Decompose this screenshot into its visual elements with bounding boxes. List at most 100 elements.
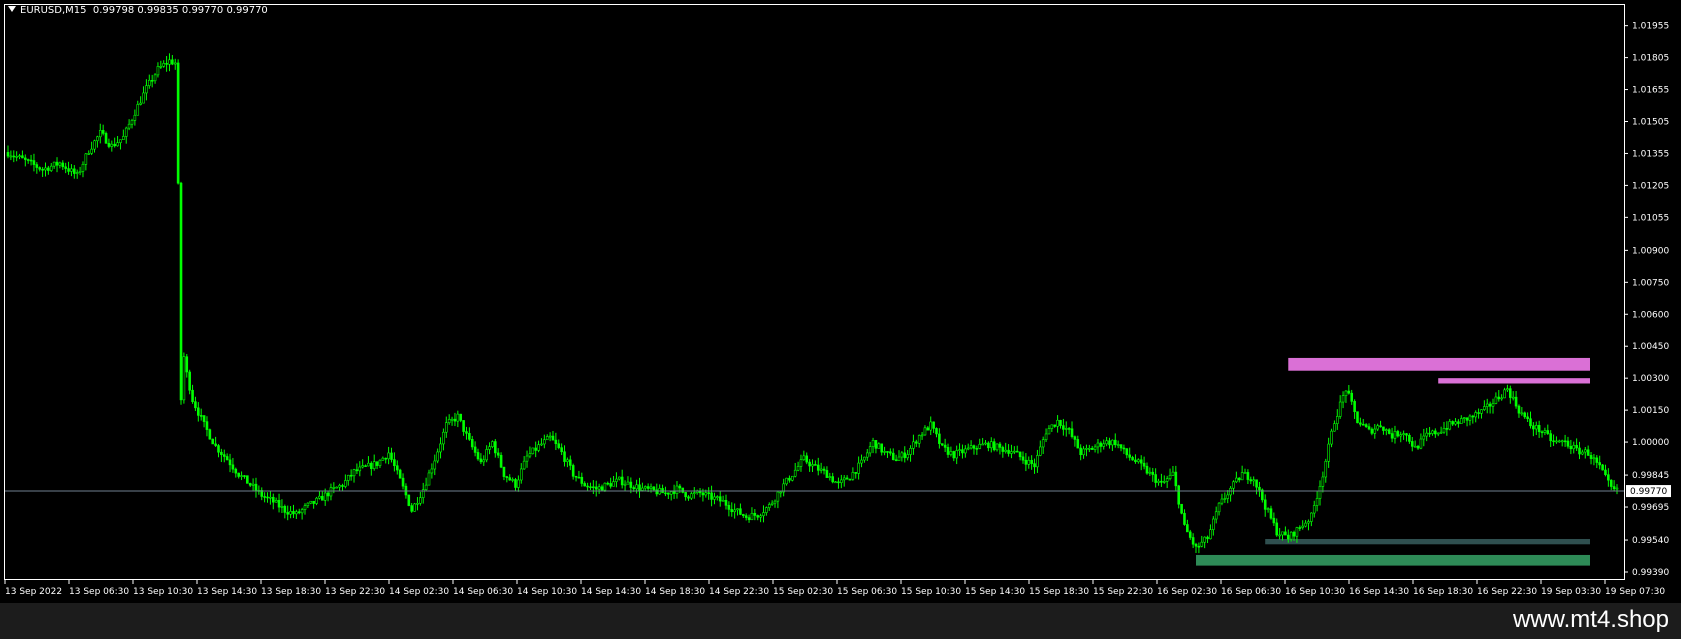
candle-body: [1341, 395, 1345, 403]
candle-body: [248, 483, 252, 486]
candle-body: [649, 486, 653, 489]
candle-body: [1145, 465, 1149, 474]
x-tick-label: 16 Sep 10:30: [1285, 587, 1345, 597]
candle-body: [1200, 541, 1204, 547]
candle-body: [1168, 474, 1172, 479]
candle-body: [280, 506, 284, 508]
candle-body: [632, 487, 636, 490]
candle-body: [202, 415, 206, 422]
candle-body: [424, 484, 428, 490]
candle-body: [623, 483, 627, 486]
candle-body: [1327, 443, 1330, 462]
candle-body: [805, 455, 809, 463]
candle-body: [410, 505, 413, 512]
candle-body: [577, 476, 581, 479]
candle-body: [370, 462, 373, 469]
candle-body: [1350, 392, 1354, 402]
candle-body: [594, 486, 598, 490]
candle-body: [860, 459, 863, 464]
candle-body: [1448, 421, 1452, 430]
candle-body: [865, 452, 869, 458]
candle-body: [837, 481, 840, 484]
candle-body: [197, 407, 200, 416]
candle-body: [929, 421, 933, 431]
candle-body: [1333, 423, 1336, 432]
candle-body: [1128, 454, 1131, 458]
candle-body: [1027, 459, 1031, 465]
candle-body: [1361, 423, 1365, 426]
candle-body: [1442, 428, 1446, 433]
candle-body: [1108, 440, 1111, 446]
candle-body: [453, 418, 457, 422]
candle-body: [1131, 457, 1134, 461]
candle-body: [494, 441, 497, 454]
candle-body: [871, 440, 875, 447]
current-price-label: 0.99770: [1630, 487, 1667, 497]
candle-body: [1419, 438, 1423, 449]
candle-body: [606, 482, 610, 485]
candle-body: [1212, 518, 1215, 530]
x-tick-label: 19 Sep 03:30: [1541, 587, 1601, 597]
candle-body: [355, 469, 359, 472]
candle-body: [1485, 403, 1489, 407]
candle-body: [727, 505, 731, 510]
candle-body: [1021, 456, 1025, 461]
candle-body: [303, 505, 307, 510]
candle-body: [791, 475, 794, 481]
candle-body: [364, 465, 367, 467]
candle-body: [678, 485, 682, 489]
candle-body: [499, 454, 503, 468]
candle-body: [1030, 459, 1033, 464]
candle-body: [156, 66, 160, 76]
candle-body: [1324, 460, 1328, 478]
candle-body: [1431, 430, 1434, 434]
candle-body: [1425, 432, 1428, 437]
zones-layer: [1196, 357, 1590, 566]
candle-body: [335, 486, 339, 489]
candle-body: [1044, 433, 1048, 440]
candle-body: [1298, 527, 1302, 529]
candle-body: [1307, 521, 1310, 524]
candle-body: [560, 447, 563, 453]
triangle-down-icon[interactable]: [8, 6, 16, 12]
candle-body: [413, 503, 416, 512]
candle-body: [851, 472, 855, 480]
time-axis: 13 Sep 2022 13 Sep 06:30 13 Sep 10:30 13 Se…: [4, 580, 1665, 597]
chart-window[interactable]: 1.01955 1.01805 1.01655 1.01505 1.01355 1.012…: [0, 0, 1681, 603]
candle-body: [1615, 487, 1619, 490]
candle-body: [1194, 543, 1198, 547]
candle-body: [315, 497, 318, 504]
candle-body: [819, 468, 823, 471]
candle-body: [222, 454, 226, 457]
candle-body: [580, 476, 584, 484]
candle-body: [1235, 477, 1238, 483]
x-tick-label: 13 Sep 2022: [5, 587, 62, 597]
candle-body: [992, 441, 996, 451]
candle-body: [1390, 433, 1394, 439]
candle-body: [716, 496, 719, 498]
candle-body: [952, 451, 956, 459]
candle-body: [1013, 450, 1016, 453]
candle-body: [600, 486, 604, 491]
candle-body: [116, 142, 119, 147]
candle-body: [1474, 412, 1478, 418]
candle-body: [744, 515, 748, 518]
candle-body: [1364, 424, 1368, 427]
candle-body: [98, 130, 102, 138]
x-tick-label: 13 Sep 14:30: [197, 587, 257, 597]
candle-body: [505, 476, 509, 478]
chart-title[interactable]: EURUSD,M15 0.99798 0.99835 0.99770 0.997…: [8, 5, 268, 16]
candle-body: [70, 168, 73, 172]
candle-body: [1387, 429, 1391, 434]
price-chart[interactable]: 1.01955 1.01805 1.01655 1.01505 1.01355 1.012…: [0, 0, 1681, 603]
candle-body: [1506, 388, 1509, 391]
candle-body: [690, 493, 693, 499]
candle-body: [470, 439, 474, 448]
candle-body: [309, 500, 313, 504]
candle-body: [1393, 431, 1397, 439]
candle-body: [721, 499, 725, 502]
candle-body: [1537, 425, 1541, 433]
candle-body: [1209, 529, 1212, 540]
candle-body: [1050, 424, 1054, 429]
candle-body: [1338, 401, 1342, 417]
